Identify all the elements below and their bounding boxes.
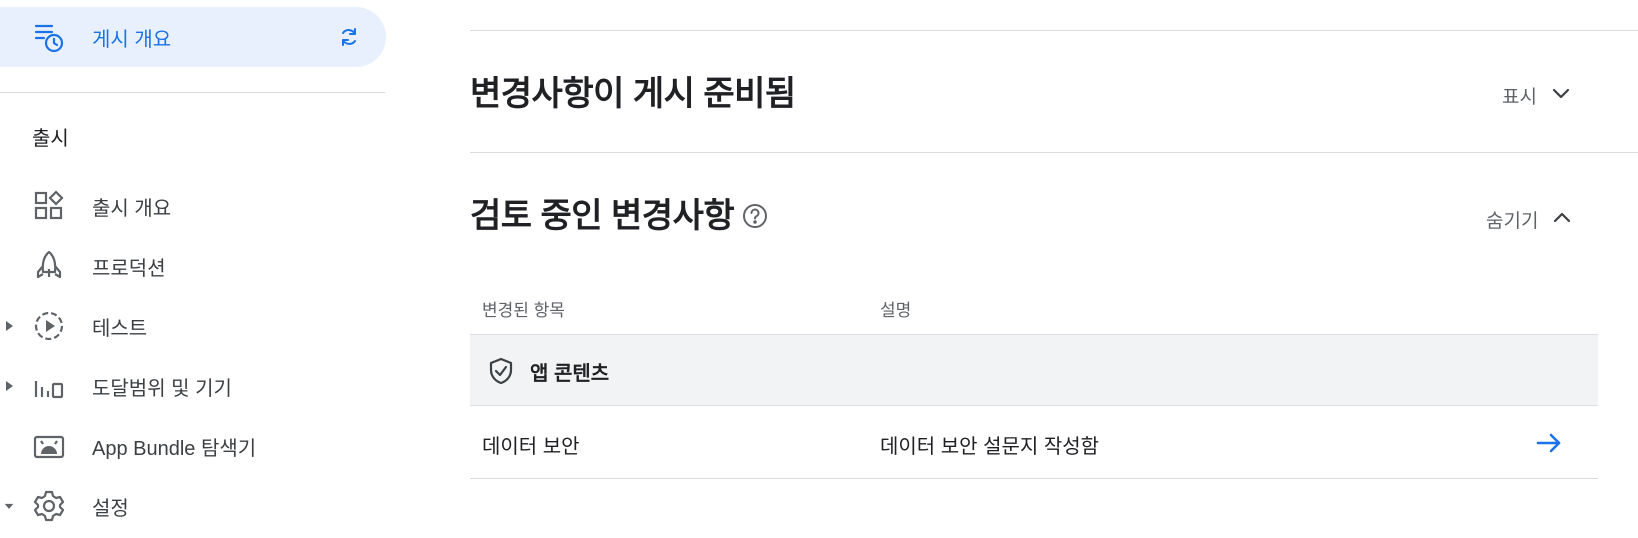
sidebar-item-label: 설정 (92, 497, 129, 520)
sidebar-item-app-bundle-explorer[interactable]: App Bundle 탐색기 (0, 416, 385, 476)
expand-right-icon[interactable] (4, 319, 14, 333)
column-header-changed-item: 변경된 항목 (482, 301, 565, 320)
bar-chart-device-icon (32, 369, 66, 403)
section-divider (470, 30, 1638, 31)
column-header-description: 설명 (880, 301, 912, 320)
changes-table: 변경된 항목 설명 앱 콘텐츠 데이터 보안 데이터 보안 설문지 작성함 (470, 276, 1598, 479)
sidebar-item-label: 도달범위 및 기기 (92, 377, 232, 400)
table-group-row: 앱 콘텐츠 (470, 334, 1598, 406)
section-divider (470, 152, 1638, 153)
description-cell: 데이터 보안 설문지 작성함 (880, 436, 1100, 458)
ready-section-title: 변경사항이 게시 준비됨 (470, 75, 796, 113)
left-navigation: 게시 개요 출시 출시 개요 프로덕션 테스트 도달범위 및 기기 App Bu… (0, 0, 386, 538)
main-content: 변경사항이 게시 준비됨 표시 검토 중인 변경사항 숨기기 변경된 항목 설명 (470, 0, 1638, 538)
review-section-title: 검토 중인 변경사항 (470, 188, 768, 237)
toggle-label: 표시 (1502, 87, 1537, 108)
sidebar-section-heading: 출시 (32, 128, 69, 150)
sidebar-item-publishing-overview[interactable]: 게시 개요 (0, 7, 386, 67)
ready-section-toggle[interactable]: 표시 (1502, 82, 1571, 109)
android-icon (32, 429, 66, 463)
group-label: 앱 콘텐츠 (530, 363, 610, 385)
chevron-down-icon (1551, 83, 1571, 109)
gear-icon (32, 489, 66, 523)
rocket-icon (32, 249, 66, 283)
help-icon[interactable] (742, 203, 768, 229)
publishing-overview-icon (32, 20, 66, 54)
sync-icon[interactable] (336, 24, 362, 50)
sidebar-item-reach-and-devices[interactable]: 도달범위 및 기기 (0, 356, 385, 416)
sidebar-item-settings[interactable]: 설정 (0, 476, 385, 536)
table-row[interactable]: 데이터 보안 데이터 보안 설문지 작성함 (470, 406, 1598, 479)
sidebar-item-label: 프로덕션 (92, 257, 166, 280)
sidebar-item-release-overview[interactable]: 출시 개요 (0, 176, 385, 236)
toggle-label: 숨기기 (1486, 211, 1539, 232)
sidebar-item-label: App Bundle 탐색기 (92, 437, 257, 460)
play-circle-dashed-icon (32, 309, 66, 343)
sidebar-divider (0, 92, 385, 93)
review-section-title-text: 검토 중인 변경사항 (470, 197, 735, 235)
review-section-toggle[interactable]: 숨기기 (1486, 206, 1572, 233)
expand-right-icon[interactable] (4, 379, 14, 393)
sidebar-item-production[interactable]: 프로덕션 (0, 236, 385, 296)
arrow-right-icon[interactable] (1534, 428, 1564, 458)
sidebar-item-label: 출시 개요 (92, 197, 172, 220)
chevron-up-icon (1552, 207, 1572, 233)
expand-down-icon[interactable] (4, 499, 14, 513)
sidebar-item-label: 게시 개요 (92, 28, 172, 51)
table-header: 변경된 항목 설명 (470, 276, 1598, 334)
sidebar-item-label: 테스트 (92, 317, 148, 340)
dashboard-icon (32, 189, 66, 223)
sidebar-item-testing[interactable]: 테스트 (0, 296, 385, 356)
changed-item-cell: 데이터 보안 (482, 436, 580, 458)
shield-check-icon (486, 356, 516, 386)
